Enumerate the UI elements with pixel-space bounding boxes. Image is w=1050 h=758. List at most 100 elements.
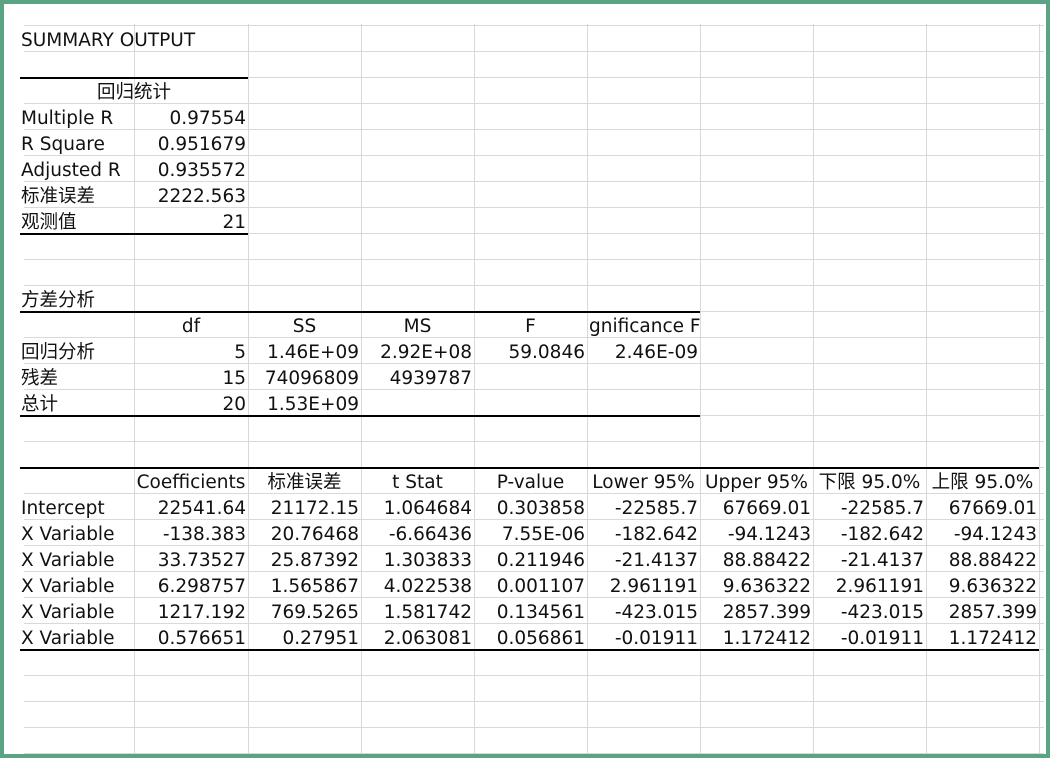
coef-header-cell[interactable]: Upper 95% <box>700 469 813 495</box>
coef-value-cell[interactable]: -22585.7 <box>813 495 926 521</box>
stat-label-cell[interactable]: R Square <box>19 131 134 157</box>
anova-value-cell[interactable]: 59.0846 <box>474 339 587 365</box>
coef-value-cell[interactable]: 2857.399 <box>926 599 1039 625</box>
anova-value-cell[interactable]: 15 <box>134 365 248 391</box>
coef-value-cell[interactable]: 20.76468 <box>248 521 361 547</box>
stat-label-cell[interactable]: Adjusted R <box>19 157 134 183</box>
anova-value-cell[interactable]: 1.46E+09 <box>248 339 361 365</box>
stat-label-cell[interactable]: 观测值 <box>19 209 134 235</box>
coef-value-cell[interactable]: 67669.01 <box>926 495 1039 521</box>
coef-value-cell[interactable]: 0.134561 <box>474 599 587 625</box>
anova-value-cell[interactable] <box>587 391 700 417</box>
coef-header-cell[interactable]: t Stat <box>361 469 474 495</box>
coef-value-cell[interactable]: -423.015 <box>813 599 926 625</box>
coef-value-cell[interactable]: 0.27951 <box>248 625 361 651</box>
summary-title-cell[interactable]: SUMMARY OUTPUT <box>19 27 195 53</box>
anova-value-cell[interactable] <box>361 391 474 417</box>
anova-title-cell[interactable]: 方差分析 <box>19 287 134 313</box>
anova-value-cell[interactable]: 2.46E-09 <box>587 339 700 365</box>
coef-value-cell[interactable]: -0.01911 <box>813 625 926 651</box>
coef-value-cell[interactable]: -6.66436 <box>361 521 474 547</box>
coef-value-cell[interactable]: 0.303858 <box>474 495 587 521</box>
coef-header-cell[interactable]: Lower 95% <box>587 469 700 495</box>
coef-row-label[interactable]: X Variable <box>19 599 134 625</box>
coef-value-cell[interactable]: -94.1243 <box>926 521 1039 547</box>
coef-value-cell[interactable]: 1217.192 <box>134 599 248 625</box>
stat-value-cell[interactable]: 2222.563 <box>134 183 248 209</box>
anova-value-cell[interactable]: 5 <box>134 339 248 365</box>
coef-value-cell[interactable]: 0.576651 <box>134 625 248 651</box>
coef-value-cell[interactable]: 769.5265 <box>248 599 361 625</box>
coef-value-cell[interactable]: -22585.7 <box>587 495 700 521</box>
coef-value-cell[interactable]: 0.001107 <box>474 573 587 599</box>
coef-value-cell[interactable]: 25.87392 <box>248 547 361 573</box>
anova-row-label[interactable]: 回归分析 <box>19 339 134 365</box>
anova-header-cell[interactable]: SS <box>248 313 361 339</box>
coef-value-cell[interactable]: 1.565867 <box>248 573 361 599</box>
coef-value-cell[interactable]: -0.01911 <box>587 625 700 651</box>
coef-header-cell[interactable]: 上限 95.0% <box>926 469 1039 495</box>
coef-value-cell[interactable]: 2.063081 <box>361 625 474 651</box>
coef-row-label[interactable]: X Variable <box>19 547 134 573</box>
coef-row-label[interactable]: Intercept <box>19 495 134 521</box>
coef-value-cell[interactable]: 9.636322 <box>700 573 813 599</box>
anova-value-cell[interactable]: 74096809 <box>248 365 361 391</box>
coef-value-cell[interactable]: 33.73527 <box>134 547 248 573</box>
anova-header-cell[interactable]: gnificance F <box>587 313 701 339</box>
anova-value-cell[interactable]: 4939787 <box>361 365 474 391</box>
stat-label-cell[interactable]: 标准误差 <box>19 183 134 209</box>
coef-row-label[interactable]: X Variable <box>19 521 134 547</box>
coef-row-label[interactable]: X Variable <box>19 625 134 651</box>
coef-value-cell[interactable]: 88.88422 <box>700 547 813 573</box>
coef-value-cell[interactable]: -423.015 <box>587 599 700 625</box>
anova-row-label[interactable]: 残差 <box>19 365 134 391</box>
anova-value-cell[interactable] <box>587 365 700 391</box>
coef-value-cell[interactable]: -182.642 <box>587 521 700 547</box>
coef-value-cell[interactable]: 88.88422 <box>926 547 1039 573</box>
stat-value-cell[interactable]: 21 <box>134 209 248 235</box>
coef-header-cell[interactable]: 标准误差 <box>248 469 361 495</box>
coef-value-cell[interactable]: -94.1243 <box>700 521 813 547</box>
anova-row-label[interactable]: 总计 <box>19 391 134 417</box>
coef-value-cell[interactable]: 67669.01 <box>700 495 813 521</box>
coef-value-cell[interactable]: 1.172412 <box>926 625 1039 651</box>
stat-label-cell[interactable]: Multiple R <box>19 105 134 131</box>
anova-value-cell[interactable] <box>474 391 587 417</box>
coef-value-cell[interactable]: 2.961191 <box>813 573 926 599</box>
coef-value-cell[interactable]: 22541.64 <box>134 495 248 521</box>
coef-value-cell[interactable]: 2.961191 <box>587 573 700 599</box>
coef-value-cell[interactable]: 0.211946 <box>474 547 587 573</box>
stat-value-cell[interactable]: 0.97554 <box>134 105 248 131</box>
coef-value-cell[interactable]: 9.636322 <box>926 573 1039 599</box>
coef-header-cell[interactable]: P-value <box>474 469 587 495</box>
coef-value-cell[interactable]: 7.55E-06 <box>474 521 587 547</box>
anova-header-cell[interactable]: MS <box>361 313 474 339</box>
stat-value-cell[interactable]: 0.935572 <box>134 157 248 183</box>
coef-value-cell[interactable]: 21172.15 <box>248 495 361 521</box>
coef-value-cell[interactable]: 0.056861 <box>474 625 587 651</box>
anova-value-cell[interactable]: 1.53E+09 <box>248 391 361 417</box>
coef-header-cell[interactable] <box>19 469 134 495</box>
anova-header-cell[interactable]: df <box>134 313 248 339</box>
coef-header-cell[interactable]: 下限 95.0% <box>813 469 926 495</box>
stat-value-cell[interactable]: 0.951679 <box>134 131 248 157</box>
coef-value-cell[interactable]: -138.383 <box>134 521 248 547</box>
coef-value-cell[interactable]: 2857.399 <box>700 599 813 625</box>
anova-header-cell[interactable]: F <box>474 313 587 339</box>
regression-stats-title[interactable]: 回归统计 <box>19 79 249 105</box>
coef-value-cell[interactable]: -21.4137 <box>587 547 700 573</box>
coef-value-cell[interactable]: 6.298757 <box>134 573 248 599</box>
anova-value-cell[interactable]: 2.92E+08 <box>361 339 474 365</box>
coef-value-cell[interactable]: 1.303833 <box>361 547 474 573</box>
coef-value-cell[interactable]: 1.172412 <box>700 625 813 651</box>
coef-header-cell[interactable]: Coefficients <box>134 469 248 495</box>
coef-value-cell[interactable]: 1.581742 <box>361 599 474 625</box>
coef-row-label[interactable]: X Variable <box>19 573 134 599</box>
anova-value-cell[interactable] <box>474 365 587 391</box>
coef-value-cell[interactable]: -182.642 <box>813 521 926 547</box>
coef-value-cell[interactable]: 1.064684 <box>361 495 474 521</box>
anova-value-cell[interactable]: 20 <box>134 391 248 417</box>
coef-value-cell[interactable]: -21.4137 <box>813 547 926 573</box>
anova-header-cell[interactable] <box>19 313 134 339</box>
coef-value-cell[interactable]: 4.022538 <box>361 573 474 599</box>
